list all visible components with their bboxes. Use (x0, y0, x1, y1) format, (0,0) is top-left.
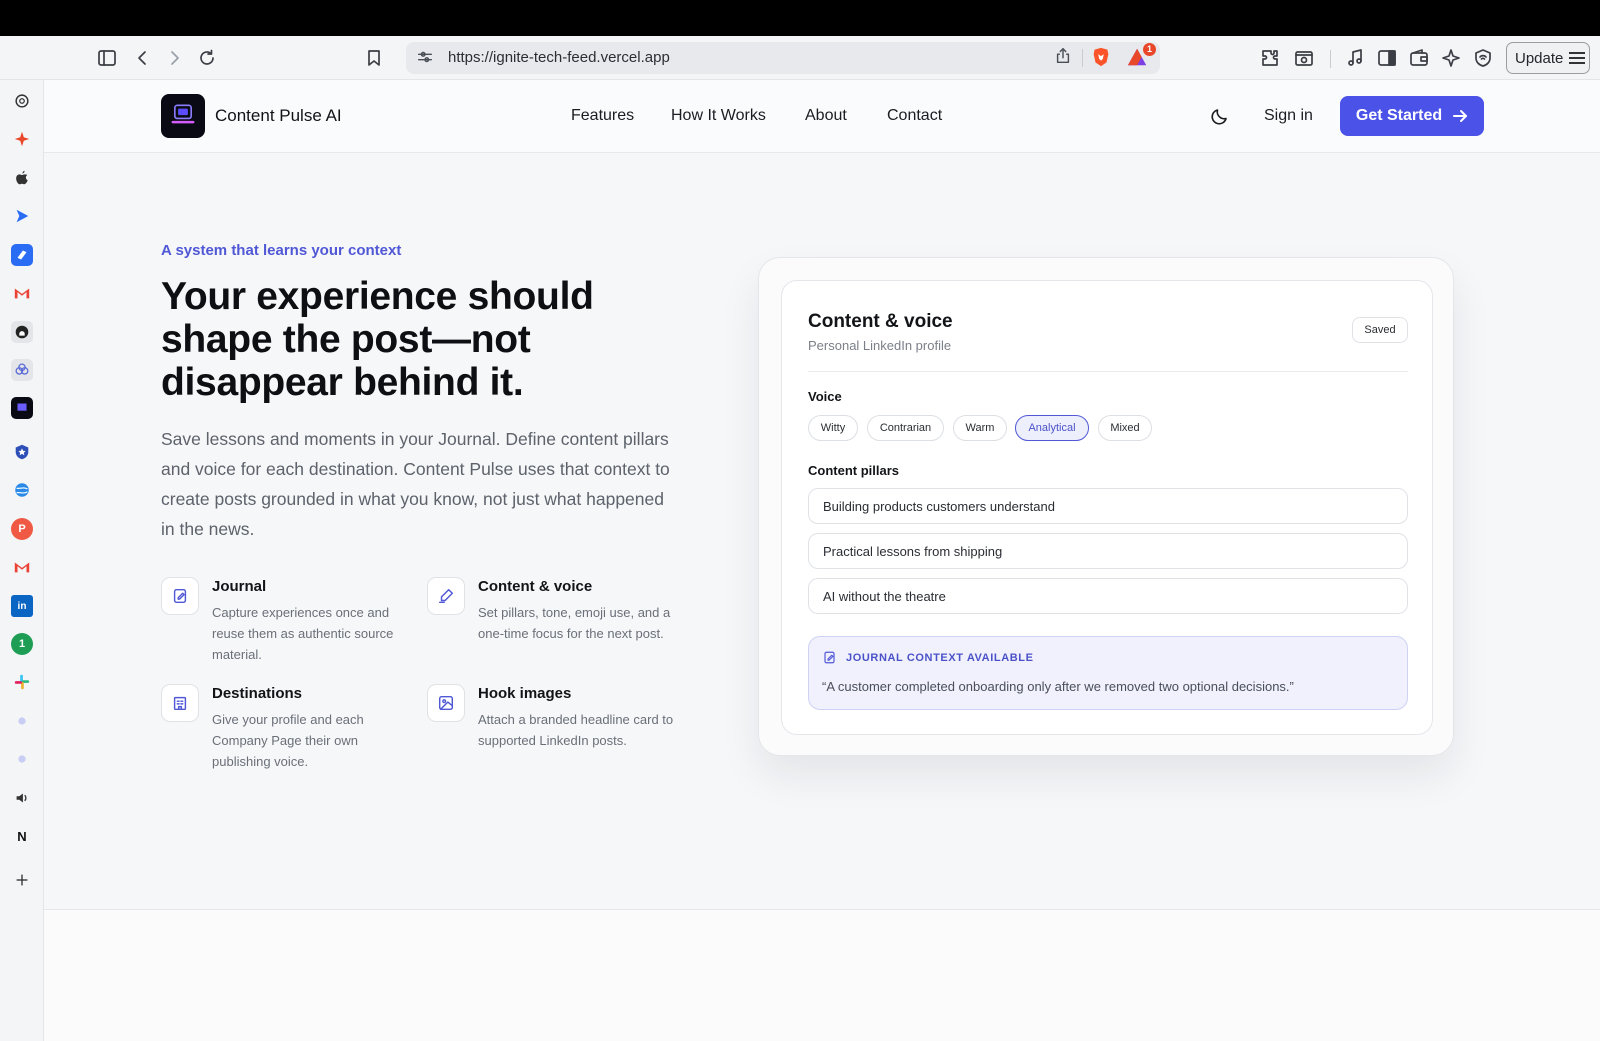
site-header: Content Pulse AI Features How It Works A… (44, 80, 1600, 153)
moon-icon[interactable] (1210, 106, 1232, 128)
feature-title: Journal (212, 578, 267, 595)
hero-description: Save lessons and moments in your Journal… (161, 429, 670, 539)
panel-subtitle: Personal LinkedIn profile (808, 338, 952, 353)
update-button[interactable]: Update (1506, 42, 1590, 74)
journal-context-label: JOURNAL CONTEXT AVAILABLE (846, 652, 1034, 664)
brand-name[interactable]: Content Pulse AI (215, 106, 342, 126)
bird-app-icon[interactable] (11, 244, 33, 266)
github-icon[interactable] (11, 321, 33, 343)
panel-divider (808, 371, 1408, 372)
slack-icon[interactable] (11, 671, 33, 693)
journal-quote: “A customer completed onboarding only af… (822, 679, 1294, 694)
sidebar-toggle-icon[interactable] (93, 44, 121, 72)
notion-like-icon[interactable]: N (11, 825, 33, 847)
brand-logo[interactable] (161, 94, 205, 138)
feature-description: Capture experiences once and reuse them … (212, 605, 394, 662)
sign-in-link[interactable]: Sign in (1264, 107, 1313, 125)
reload-icon[interactable] (193, 44, 221, 72)
gmail-icon-2[interactable] (11, 556, 33, 578)
globe-app-icon[interactable] (11, 479, 33, 501)
feature-title: Destinations (212, 685, 303, 702)
page: Content Pulse AI Features How It Works A… (44, 80, 1600, 1041)
arrow-right-icon (1453, 110, 1468, 122)
sidepanel-icon[interactable] (1373, 44, 1401, 72)
nav-contact[interactable]: Contact (887, 107, 942, 125)
extensions-icon[interactable] (1256, 44, 1284, 72)
hero-title: Your experience should shape the post—no… (161, 275, 594, 404)
pillar-item[interactable]: Practical lessons from shipping (808, 533, 1408, 569)
one-app-icon[interactable]: 1 (11, 633, 33, 655)
voice-chip-mixed[interactable]: Mixed (1098, 415, 1152, 441)
reader-mode-icon[interactable] (1290, 44, 1318, 72)
feature-description: Give your profile and each Company Page … (212, 712, 364, 769)
get-started-label: Get Started (1355, 107, 1443, 124)
journal-icon (161, 577, 199, 615)
update-label: Update (1515, 49, 1564, 67)
shield-star-icon[interactable] (11, 441, 33, 463)
panel-title: Content & voice (808, 311, 953, 332)
menu-icon (1569, 52, 1586, 64)
image-icon (427, 684, 465, 722)
nav-how-it-works[interactable]: How It Works (671, 107, 766, 125)
get-started-button[interactable]: Get Started (1340, 96, 1484, 136)
pen-icon (427, 577, 465, 615)
address-bar[interactable]: https://ignite-tech-feed.vercel.app 1 (406, 42, 1160, 74)
sparkle-icon[interactable] (11, 128, 33, 150)
apple-icon[interactable] (11, 167, 33, 189)
journal-icon (822, 650, 838, 666)
play-arrow-icon[interactable] (11, 205, 33, 227)
feature-description: Attach a branded headline card to suppor… (478, 712, 674, 748)
brave-shields-icon[interactable] (1090, 46, 1114, 70)
nav-features[interactable]: Features (571, 107, 634, 125)
pillar-item[interactable]: AI without the theatre (808, 578, 1408, 614)
vpn-shield-icon[interactable] (1469, 44, 1497, 72)
journal-context-box: JOURNAL CONTEXT AVAILABLE “A customer co… (808, 636, 1408, 710)
forward-icon[interactable] (160, 44, 188, 72)
leo-ai-icon[interactable] (1437, 44, 1465, 72)
feature-title: Hook images (478, 685, 572, 702)
openai-icon[interactable] (11, 90, 33, 112)
content-pulse-tab-icon[interactable] (11, 397, 33, 419)
rewards-badge: 1 (1143, 43, 1156, 56)
url-separator (1082, 49, 1083, 67)
pillar-item[interactable]: Building products customers understand (808, 488, 1408, 524)
bookmark-icon[interactable] (360, 44, 388, 72)
site-settings-icon[interactable] (416, 48, 436, 68)
url-text[interactable]: https://ignite-tech-feed.vercel.app (448, 49, 670, 66)
voice-chip-analytical[interactable]: Analytical (1015, 415, 1089, 441)
gmail-icon[interactable] (11, 282, 33, 304)
toolbar-separator (1330, 50, 1331, 68)
add-icon[interactable] (11, 869, 33, 891)
voice-chip-contrarian[interactable]: Contrarian (867, 415, 944, 441)
back-icon[interactable] (129, 44, 157, 72)
voice-chip-warm[interactable]: Warm (953, 415, 1007, 441)
voice-label: Voice (808, 389, 842, 404)
browser-toolbar: https://ignite-tech-feed.vercel.app 1 Up… (0, 36, 1600, 80)
next-section (44, 910, 1600, 1041)
status-badge: Saved (1352, 317, 1408, 343)
linkedin-icon[interactable]: in (11, 595, 33, 617)
content-voice-panel: Content & voice Personal LinkedIn profil… (781, 280, 1433, 735)
voice-chip-witty[interactable]: Witty (808, 415, 858, 441)
nav-about[interactable]: About (805, 107, 847, 125)
feature-description: Set pillars, tone, emoji use, and a one-… (478, 605, 671, 641)
share-icon[interactable] (1054, 47, 1076, 69)
wallet-icon[interactable] (1405, 44, 1433, 72)
browser-sidebar: P in 1 N (0, 80, 44, 1041)
building-icon (161, 684, 199, 722)
media-icon[interactable] (1341, 44, 1369, 72)
os-top-bar (0, 0, 1600, 36)
cloud-app-icon[interactable] (11, 359, 33, 381)
p-app-icon[interactable]: P (11, 518, 33, 540)
preview-card: Content & voice Personal LinkedIn profil… (758, 257, 1454, 756)
hero-eyebrow: A system that learns your context (161, 242, 402, 259)
pillars-label: Content pillars (808, 463, 900, 478)
feature-title: Content & voice (478, 578, 593, 595)
small-app-icon-2[interactable] (11, 748, 33, 770)
speaker-icon[interactable] (11, 787, 33, 809)
small-app-icon-1[interactable] (11, 710, 33, 732)
